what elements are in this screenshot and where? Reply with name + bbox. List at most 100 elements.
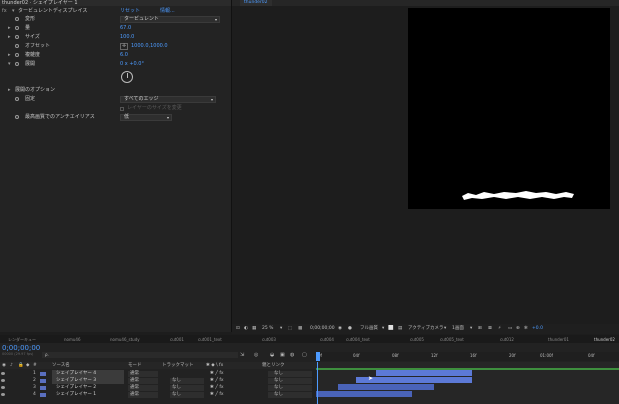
grid-icon[interactable]: ▦ xyxy=(252,324,256,334)
stopwatch-icon[interactable] xyxy=(15,44,19,48)
track-matte-select[interactable]: なし xyxy=(170,391,204,398)
gear-icon[interactable]: ✻ xyxy=(524,324,528,334)
tab-comp[interactable]: cut005_text xyxy=(440,336,464,343)
stopwatch-icon[interactable] xyxy=(15,35,19,39)
exposure-value[interactable]: +0.0 xyxy=(532,324,543,334)
layer-row[interactable]: 2 シェイプレイヤー 3 通常 なし ✱ ╱ fx なし xyxy=(0,377,316,384)
eye-icon[interactable] xyxy=(1,386,5,389)
stopwatch-icon[interactable] xyxy=(15,97,19,101)
quality-select[interactable]: フル画質 xyxy=(360,324,378,334)
column-track-matte[interactable]: トラックマット xyxy=(162,362,194,369)
motion-blur-icon[interactable]: ◍ xyxy=(290,352,294,358)
tab-comp[interactable]: cut001_text xyxy=(198,336,222,343)
stopwatch-icon[interactable] xyxy=(15,26,19,30)
layer-name[interactable]: シェイプレイヤー 3 xyxy=(52,377,124,384)
chevron-right-icon[interactable]: ▸ xyxy=(8,33,11,42)
fast-preview-icon[interactable]: ⚡ xyxy=(498,324,501,334)
tab-comp[interactable]: cut004_text xyxy=(346,336,370,343)
layer-bar[interactable] xyxy=(376,370,472,376)
layer-row[interactable]: 4 シェイプレイヤー 1 通常 なし ✱ ╱ fx なし xyxy=(0,391,316,398)
parent-select[interactable]: なし xyxy=(268,391,312,398)
eye-icon[interactable] xyxy=(1,372,5,375)
track-matte-select[interactable]: なし xyxy=(170,384,204,391)
current-time[interactable]: 0;00;00;00 xyxy=(2,344,40,352)
draft-3d-icon[interactable]: ◎ xyxy=(254,352,258,358)
layer-row[interactable]: 3 シェイプレイヤー 2 通常 なし ✱ ╱ fx なし xyxy=(0,384,316,391)
tab-comp[interactable]: thunder01 xyxy=(548,336,569,343)
frame-blend-icon[interactable]: ▣ xyxy=(280,352,285,358)
parent-select[interactable]: なし xyxy=(268,370,312,377)
shy-icon[interactable]: ◒ xyxy=(270,352,274,358)
layer-bar[interactable] xyxy=(316,391,412,397)
layer-bar[interactable] xyxy=(338,384,434,390)
tab-render-queue[interactable]: レンダーキュー xyxy=(8,336,36,343)
stopwatch-icon[interactable] xyxy=(15,17,19,21)
eye-icon[interactable] xyxy=(1,379,5,382)
complexity-value[interactable]: 6.0 xyxy=(120,51,128,60)
switches-icon[interactable]: ✱ ╱ fx xyxy=(210,377,224,384)
switches-icon[interactable]: ✱ ╱ fx xyxy=(210,391,224,398)
timeline-tracks[interactable]: ➤ xyxy=(316,362,619,404)
column-source-name[interactable]: ソース名 xyxy=(52,362,70,369)
tab-comp[interactable]: nomu46 xyxy=(64,336,81,343)
viewer-tab[interactable]: thunder02 xyxy=(240,0,272,6)
region-icon[interactable]: ⬚ xyxy=(288,324,292,334)
tab-comp[interactable]: nomu46_study xyxy=(110,336,140,343)
stopwatch-icon[interactable] xyxy=(15,62,19,66)
comp-flow-icon[interactable]: ⇲ xyxy=(240,352,244,358)
camera-select[interactable]: アクティブカメラ xyxy=(408,324,444,334)
composition-canvas[interactable] xyxy=(408,8,610,209)
camera-icon[interactable]: ◉ xyxy=(338,324,342,334)
color-icon[interactable]: ● xyxy=(348,324,352,334)
label-swatch[interactable] xyxy=(40,378,46,383)
resize-checkbox[interactable] xyxy=(120,106,124,111)
playhead[interactable] xyxy=(316,352,320,361)
timecode[interactable]: 0;00;00;00 xyxy=(310,324,335,334)
stopwatch-icon[interactable] xyxy=(15,115,19,119)
angle-dial[interactable] xyxy=(121,71,133,83)
graph-editor-icon[interactable]: ▢ xyxy=(302,352,307,358)
mode-select[interactable]: 通常 xyxy=(128,370,158,377)
gridlines-icon[interactable]: ▤ xyxy=(398,324,402,334)
flow-icon[interactable]: ⊕ xyxy=(516,324,520,334)
eye-icon[interactable] xyxy=(1,393,5,396)
tab-comp[interactable]: cut004 xyxy=(320,336,334,343)
layer-bar[interactable] xyxy=(356,377,472,383)
parent-select[interactable]: なし xyxy=(268,377,312,384)
chevron-down-icon[interactable]: ▾ xyxy=(8,60,11,69)
layer-name[interactable]: シェイプレイヤー 2 xyxy=(52,384,124,391)
tab-comp[interactable]: cut012 xyxy=(500,336,514,343)
label-swatch[interactable] xyxy=(40,371,46,376)
tab-comp[interactable]: cut001 xyxy=(170,336,184,343)
amount-value[interactable]: 67.0 xyxy=(120,24,131,33)
crosshair-icon[interactable]: ✛ xyxy=(120,43,128,50)
pixel-icon[interactable]: ⊞ xyxy=(478,324,482,334)
roi-icon[interactable]: ⬜ xyxy=(388,324,394,334)
layer-search-input[interactable]: ρ. xyxy=(42,352,238,358)
mask-icon[interactable]: ◐ xyxy=(244,324,248,334)
column-mode[interactable]: モード xyxy=(128,362,142,369)
render-icon[interactable]: ⊠ xyxy=(488,324,492,334)
layer-name[interactable]: シェイプレイヤー 4 xyxy=(52,370,124,377)
mode-select[interactable]: 通常 xyxy=(128,377,158,384)
timeline-icon[interactable]: ▭ xyxy=(508,324,512,334)
offset-value[interactable]: 1000.0,1000.0 xyxy=(131,42,168,51)
time-ruler[interactable]: 0f 04f 08f 12f 16f 20f 01:00f 04f xyxy=(316,352,619,361)
zoom-select[interactable]: 25 % xyxy=(262,324,273,334)
tab-comp[interactable]: cut003 xyxy=(262,336,276,343)
snapshot-icon[interactable]: ⊡ xyxy=(236,324,240,334)
switches-icon[interactable]: ✱ ╱ fx xyxy=(210,370,224,377)
stopwatch-icon[interactable] xyxy=(15,53,19,57)
switches-icon[interactable]: ✱ ╱ fx xyxy=(210,384,224,391)
column-parent[interactable]: 親とリンク xyxy=(262,362,285,369)
layer-name[interactable]: シェイプレイヤー 1 xyxy=(52,391,124,398)
chevron-right-icon[interactable]: ▸ xyxy=(8,24,11,33)
chevron-right-icon[interactable]: ▸ xyxy=(8,51,11,60)
layer-row[interactable]: 1 シェイプレイヤー 4 通常 ✱ ╱ fx なし xyxy=(0,370,316,377)
transparency-icon[interactable]: ▩ xyxy=(298,324,302,334)
track-matte-select[interactable]: なし xyxy=(170,377,204,384)
chevron-right-icon[interactable]: ▸ xyxy=(8,86,11,95)
label-swatch[interactable] xyxy=(40,392,46,397)
evolution-value[interactable]: 0 x +0.0° xyxy=(120,60,144,69)
antialias-select[interactable]: 低 ▾ xyxy=(120,114,172,121)
